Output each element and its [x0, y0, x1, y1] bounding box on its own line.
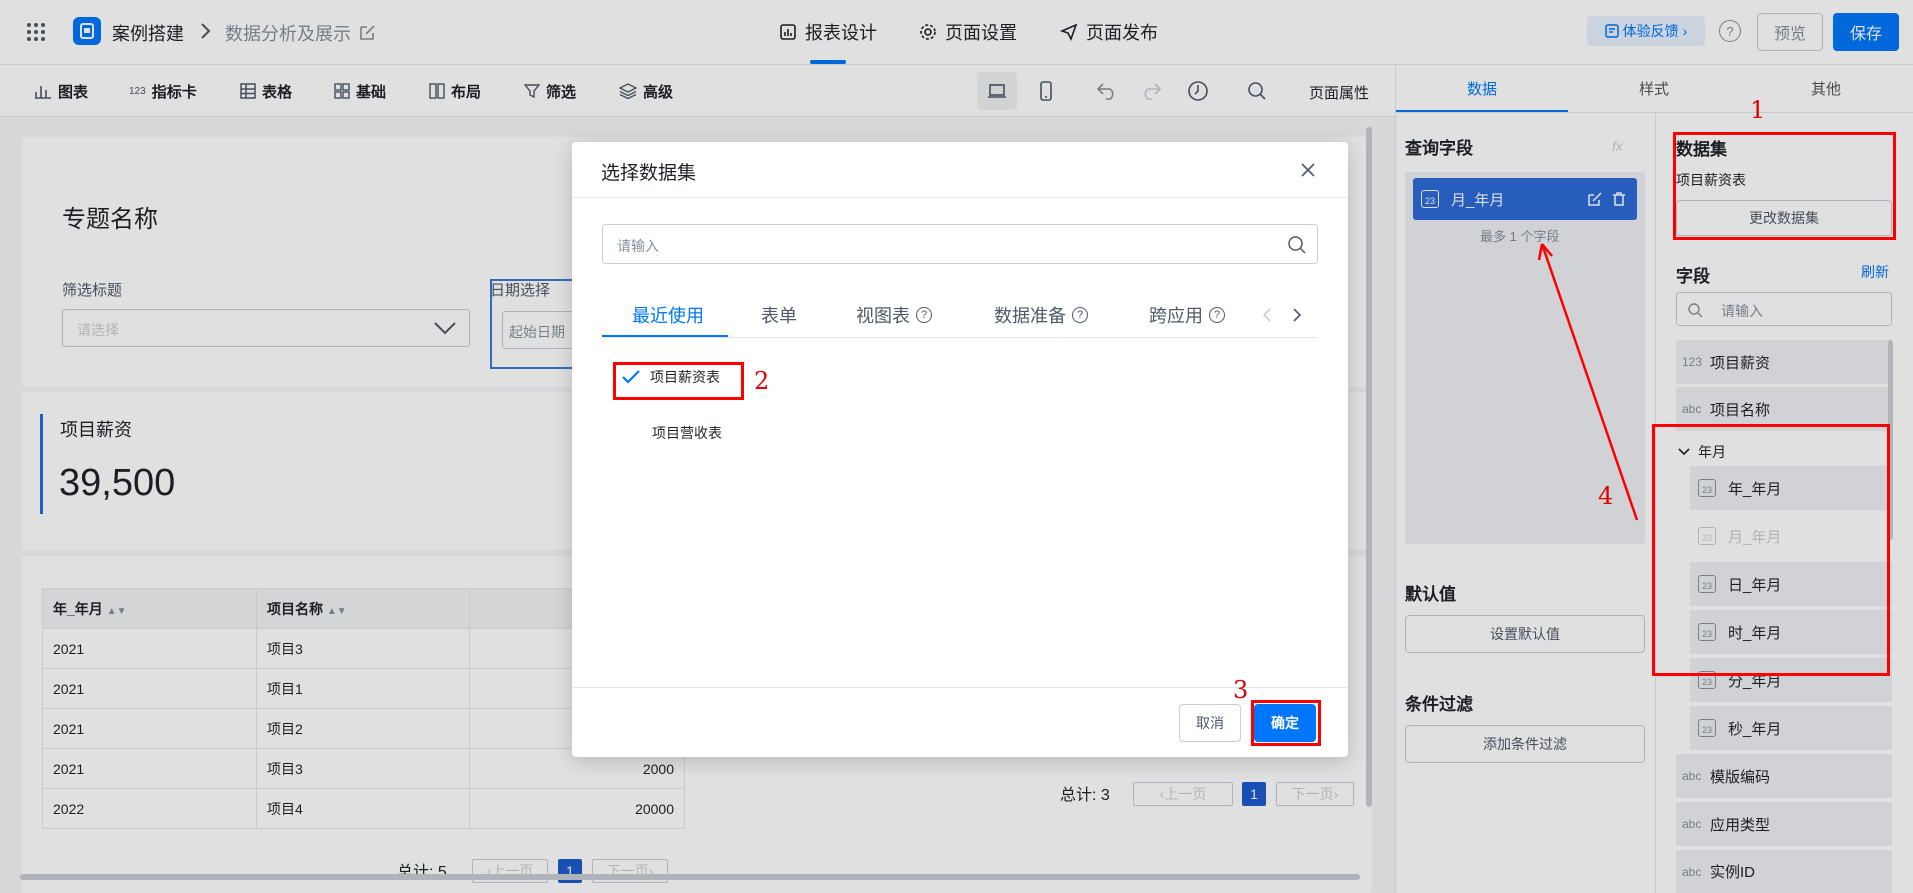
chevron-left-icon[interactable] — [1262, 307, 1272, 323]
tab-recent[interactable]: 最近使用 — [632, 292, 704, 338]
tab-view-table[interactable]: 视图表? — [856, 292, 932, 338]
tab-divider — [602, 337, 1318, 338]
cancel-button[interactable]: 取消 — [1179, 704, 1241, 742]
annotation-box-confirm — [1251, 700, 1321, 746]
dialog-header-divider — [572, 197, 1348, 198]
dialog-footer-divider — [572, 687, 1348, 688]
tab-label: 最近使用 — [632, 306, 704, 326]
help-icon[interactable]: ? — [1072, 307, 1088, 323]
annotation-number: 2 — [754, 367, 770, 395]
tab-label: 数据准备 — [994, 306, 1066, 326]
annotation-number: 1 — [1750, 96, 1766, 124]
dataset-search-input[interactable]: 请输入 — [602, 224, 1318, 264]
tab-label: 跨应用 — [1149, 306, 1203, 326]
close-icon[interactable] — [1300, 162, 1316, 178]
search-icon[interactable] — [1287, 235, 1307, 255]
tab-cross-app[interactable]: 跨应用? — [1149, 292, 1225, 338]
tab-data-prep[interactable]: 数据准备? — [994, 292, 1088, 338]
select-dataset-dialog: 选择数据集 请输入 最近使用 表单 视图表? 数据准备? 跨应用? 项目薪资表 … — [572, 142, 1348, 757]
annotation-box-item — [613, 362, 744, 400]
annotation-arrow — [1537, 243, 1639, 521]
annotation-box-fields — [1652, 424, 1890, 676]
help-icon[interactable]: ? — [916, 307, 932, 323]
help-icon[interactable]: ? — [1209, 307, 1225, 323]
tab-label: 视图表 — [856, 306, 910, 326]
tab-form[interactable]: 表单 — [761, 292, 797, 338]
tab-label: 表单 — [761, 306, 797, 326]
dataset-item[interactable]: 项目营收表 — [652, 423, 722, 443]
dialog-title: 选择数据集 — [601, 163, 697, 184]
annotation-number: 3 — [1233, 676, 1249, 704]
chevron-right-icon[interactable] — [1292, 307, 1302, 323]
search-placeholder: 请输入 — [617, 238, 659, 254]
annotation-box-dataset — [1673, 132, 1896, 240]
